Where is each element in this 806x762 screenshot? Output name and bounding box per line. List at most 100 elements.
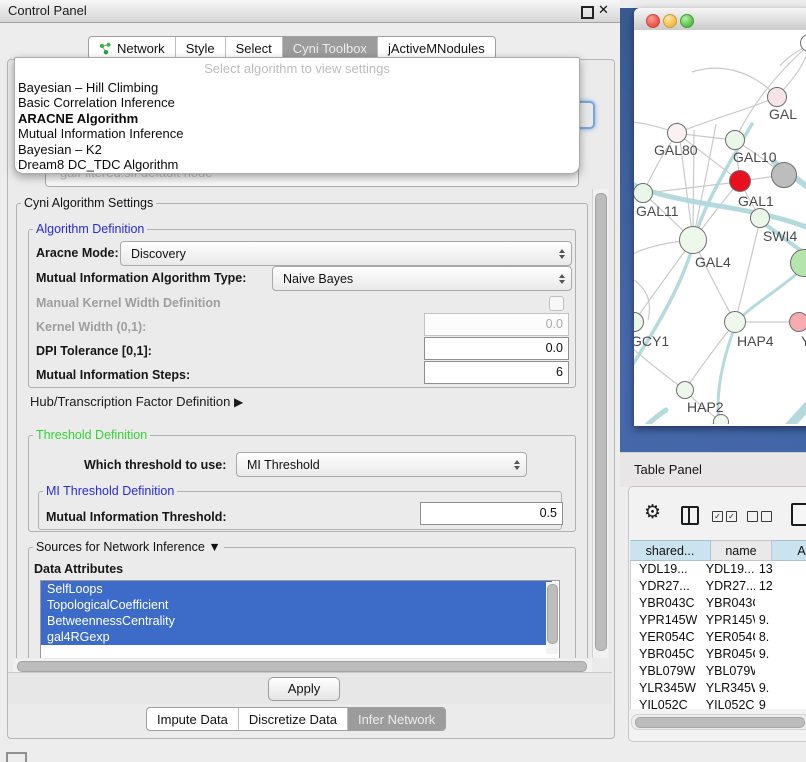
table-cell: YPR145W [631, 612, 702, 629]
deselect-all-columns-icon[interactable] [747, 511, 772, 522]
control-panel-titlebar: Control Panel ✕ [0, 0, 620, 23]
kernel-width-field[interactable]: 0.0 [424, 313, 569, 336]
table-cell: YDR27... [702, 578, 755, 595]
table-row[interactable]: YER054CYER054C8. [631, 629, 806, 646]
table-cell: 9. [755, 646, 806, 663]
algorithm-option[interactable]: Mutual Information Inference [15, 126, 579, 141]
network-node-hap4[interactable] [724, 311, 746, 333]
cyni-mode-tab-bar: Impute DataDiscretize Data Infer Network [146, 707, 446, 731]
algorithm-option[interactable]: Basic Correlation Inference [15, 95, 579, 110]
mi-steps-field[interactable]: 6 [424, 361, 569, 384]
network-node-swi4[interactable] [750, 208, 770, 228]
collapse-arrow-icon: ▼ [208, 540, 220, 554]
column-header-3[interactable]: A [772, 540, 806, 561]
attribute-list-item[interactable]: BetweennessCentrality [41, 613, 552, 629]
tab-label: jActiveMNodules [388, 41, 485, 56]
tab-impute-data[interactable]: Impute Data [147, 708, 239, 730]
close-icon[interactable]: ✕ [598, 2, 609, 18]
column-header-2[interactable]: name [711, 540, 772, 561]
column-header-1[interactable]: shared... [630, 540, 711, 561]
attribute-list-item[interactable]: TopologicalCoefficient [41, 597, 552, 613]
tab-jactivemnodules[interactable]: jActiveMNodules [378, 37, 495, 59]
tab-select[interactable]: Select [226, 37, 283, 59]
select-all-columns-icon[interactable]: ✓✓ [712, 511, 737, 522]
table-row[interactable]: YBR045CYBR045C9. [631, 646, 806, 663]
tab-cyni-toolbox[interactable]: Cyni Toolbox [283, 37, 378, 59]
table-cell: YBL079W [702, 663, 755, 680]
table-row[interactable]: YBL079WYBL079W [631, 663, 806, 680]
table-cell: 8. [755, 629, 806, 646]
table-horizontal-scrollbar[interactable] [631, 714, 806, 730]
which-threshold-label: Which threshold to use: [84, 458, 226, 472]
tab-infer-network[interactable]: Infer Network [348, 708, 445, 730]
algorithm-definition-title: Algorithm Definition [33, 222, 147, 236]
tab-label: Network [117, 41, 165, 56]
apply-button[interactable]: Apply [268, 677, 340, 701]
algorithm-option[interactable]: Bayesian – K2 [15, 142, 579, 157]
aracne-mode-label: Aracne Mode: [36, 246, 119, 260]
columns-icon[interactable] [681, 506, 699, 525]
network-node-gal80[interactable] [667, 123, 687, 143]
document-icon[interactable] [791, 503, 806, 526]
table-row[interactable]: YPR145WYPR145W9. [631, 612, 806, 629]
node-label: GAL1 [738, 193, 774, 209]
attribute-list-item[interactable]: gal4RGexp [41, 629, 552, 645]
combo-stepper-icon [508, 460, 526, 470]
table-row[interactable]: YDL19...YDL19...13 [631, 561, 806, 578]
network-node-y[interactable] [789, 312, 806, 332]
settings-horizontal-scrollbar[interactable] [13, 659, 592, 672]
node-label: HAP4 [737, 333, 774, 349]
close-traffic-light-icon[interactable] [646, 14, 660, 28]
table-cell: 9. [755, 612, 806, 629]
collapsed-panel-icon[interactable] [6, 752, 27, 762]
manual-kernel-checkbox[interactable] [549, 296, 564, 311]
network-canvas[interactable]: GALGAL80GAL10GAL1GAL11SWI4GAL4GCY1HAP4YH… [634, 30, 806, 424]
network-node-gal4[interactable] [679, 226, 707, 254]
algorithm-option[interactable]: Bayesian – Hill Climbing [15, 80, 579, 95]
algorithm-option[interactable]: Dream8 DC_TDC Algorithm [15, 157, 579, 172]
dpi-tolerance-label: DPI Tolerance [0,1]: [36, 344, 152, 358]
dpi-tolerance-field[interactable]: 0.0 [424, 337, 569, 360]
cyni-settings-title: Cyni Algorithm Settings [21, 196, 156, 210]
table-row[interactable]: YDR27...YDR27...12 [631, 578, 806, 595]
tab-label: Cyni Toolbox [293, 41, 367, 56]
data-attributes-list: SelfLoopsTopologicalCoefficientBetweenne… [40, 580, 560, 658]
table-row[interactable]: YBR043CYBR043C [631, 595, 806, 612]
app-root: Control Panel ✕ Network StyleSelect Cyni T… [0, 0, 806, 762]
minimize-traffic-light-icon[interactable] [663, 14, 677, 28]
tab-network[interactable]: Network [89, 37, 176, 59]
apply-row: Apply [8, 672, 612, 704]
table-cell: 13 [755, 561, 806, 578]
table-row[interactable]: YIL052CYIL052C9 [631, 697, 806, 709]
tab-discretize-data[interactable]: Discretize Data [239, 708, 348, 730]
table-row[interactable]: YLR345WYLR345W9. [631, 680, 806, 697]
zoom-traffic-light-icon[interactable] [680, 14, 694, 28]
network-node-gal[interactable] [767, 87, 787, 107]
network-node-hap2[interactable] [676, 381, 694, 399]
sources-title[interactable]: Sources for Network Inference ▼ [33, 540, 224, 554]
hub-definition-expander[interactable]: Hub/Transcription Factor Definition ▶ [30, 394, 243, 409]
mi-threshold-field[interactable]: 0.5 [420, 502, 563, 525]
network-node-gal11[interactable] [634, 183, 653, 203]
tab-label: Infer Network [358, 712, 435, 727]
network-node-gal1[interactable] [729, 170, 751, 192]
threshold-definition-title: Threshold Definition [33, 428, 150, 442]
mi-type-value: Naive Bayes [273, 272, 553, 286]
tab-style[interactable]: Style [176, 37, 226, 59]
network-icon [99, 42, 112, 55]
mi-type-combo[interactable]: Naive Bayes [272, 266, 572, 291]
network-window-titlebar[interactable] [634, 8, 806, 31]
settings-vertical-scrollbar[interactable] [592, 189, 608, 658]
network-node[interactable] [713, 414, 729, 424]
which-threshold-combo[interactable]: MI Threshold [236, 452, 527, 477]
float-window-icon[interactable] [581, 6, 594, 19]
gear-icon[interactable]: ⚙ [644, 503, 661, 522]
algorithm-option[interactable]: ARACNE Algorithm [15, 111, 579, 126]
aracne-mode-combo[interactable]: Discovery [120, 241, 572, 266]
network-node[interactable] [771, 162, 797, 188]
list-scrollbar[interactable] [546, 582, 558, 654]
network-node-gal10[interactable] [725, 130, 745, 150]
table-cell: YBR043C [631, 595, 702, 612]
table-header: shared...nameA [630, 540, 806, 561]
attribute-list-item[interactable]: SelfLoops [41, 581, 552, 597]
